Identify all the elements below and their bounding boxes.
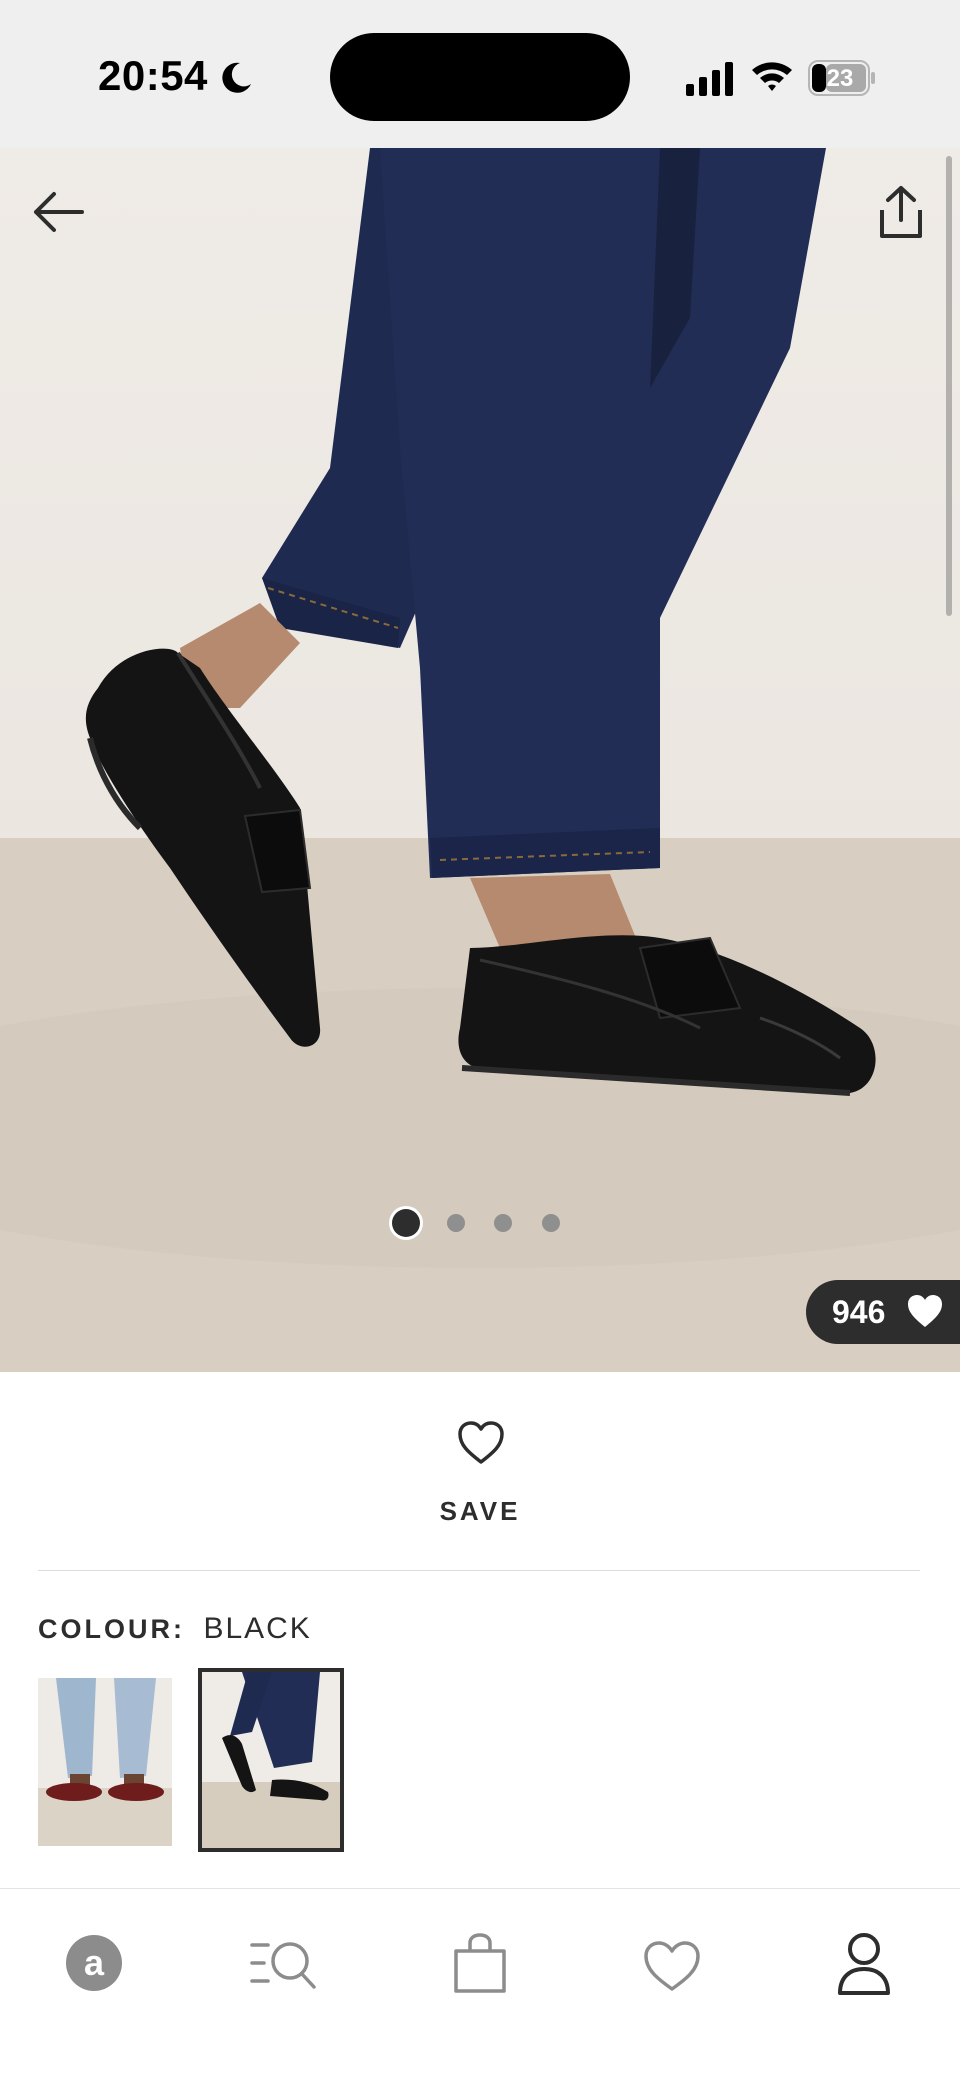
swatch-photo-selected: [202, 1672, 340, 1848]
status-bar: 20:54 23: [0, 0, 960, 148]
bag-icon: [454, 1933, 506, 1993]
carousel-dot-1[interactable]: [392, 1209, 420, 1237]
share-icon[interactable]: [876, 184, 926, 240]
dynamic-island: [330, 33, 630, 121]
colour-label: COLOUR:: [38, 1614, 185, 1644]
svg-text:a: a: [84, 1942, 105, 1983]
heart-outline-icon: [458, 1421, 504, 1464]
colour-value: BLACK: [203, 1612, 312, 1645]
save-count: 946: [832, 1294, 886, 1330]
swatch-photo: [38, 1678, 172, 1846]
moon-icon: [222, 62, 251, 93]
carousel-dot-2[interactable]: [447, 1214, 465, 1232]
save-label: SAVE: [439, 1496, 521, 1526]
search-icon: [250, 1942, 316, 1989]
wifi-icon: [752, 62, 792, 91]
asos-home-icon: a: [66, 1935, 122, 1991]
status-time: 20:54: [98, 52, 208, 99]
bottom-navigation: a: [0, 1888, 960, 2088]
carousel-dot-4[interactable]: [542, 1214, 560, 1232]
back-arrow-icon[interactable]: [30, 188, 86, 236]
divider: [38, 1570, 920, 1571]
heart-filled-icon: [908, 1295, 942, 1327]
nav-home[interactable]: a: [54, 1927, 134, 1999]
saved-items-icon: [644, 1941, 700, 1991]
colour-swatch-black[interactable]: [198, 1668, 344, 1852]
colour-selector: COLOUR: BLACK: [38, 1612, 312, 1652]
colour-swatch-burgundy[interactable]: [38, 1678, 172, 1846]
signal-icon: [686, 62, 733, 96]
nav-account[interactable]: [824, 1927, 904, 1999]
product-image-carousel[interactable]: 946: [0, 148, 960, 1372]
product-photo: [0, 148, 960, 1372]
nav-bag[interactable]: [440, 1927, 520, 1999]
account-icon: [838, 1933, 890, 1995]
nav-saved-items[interactable]: [632, 1927, 712, 1999]
carousel-dots[interactable]: [392, 1206, 572, 1238]
save-count-badge: 946: [806, 1280, 960, 1344]
save-button[interactable]: SAVE: [380, 1410, 580, 1540]
carousel-dot-3[interactable]: [494, 1214, 512, 1232]
scroll-indicator: [946, 156, 952, 616]
nav-search[interactable]: [244, 1927, 324, 1999]
battery-level: 23: [826, 65, 854, 92]
